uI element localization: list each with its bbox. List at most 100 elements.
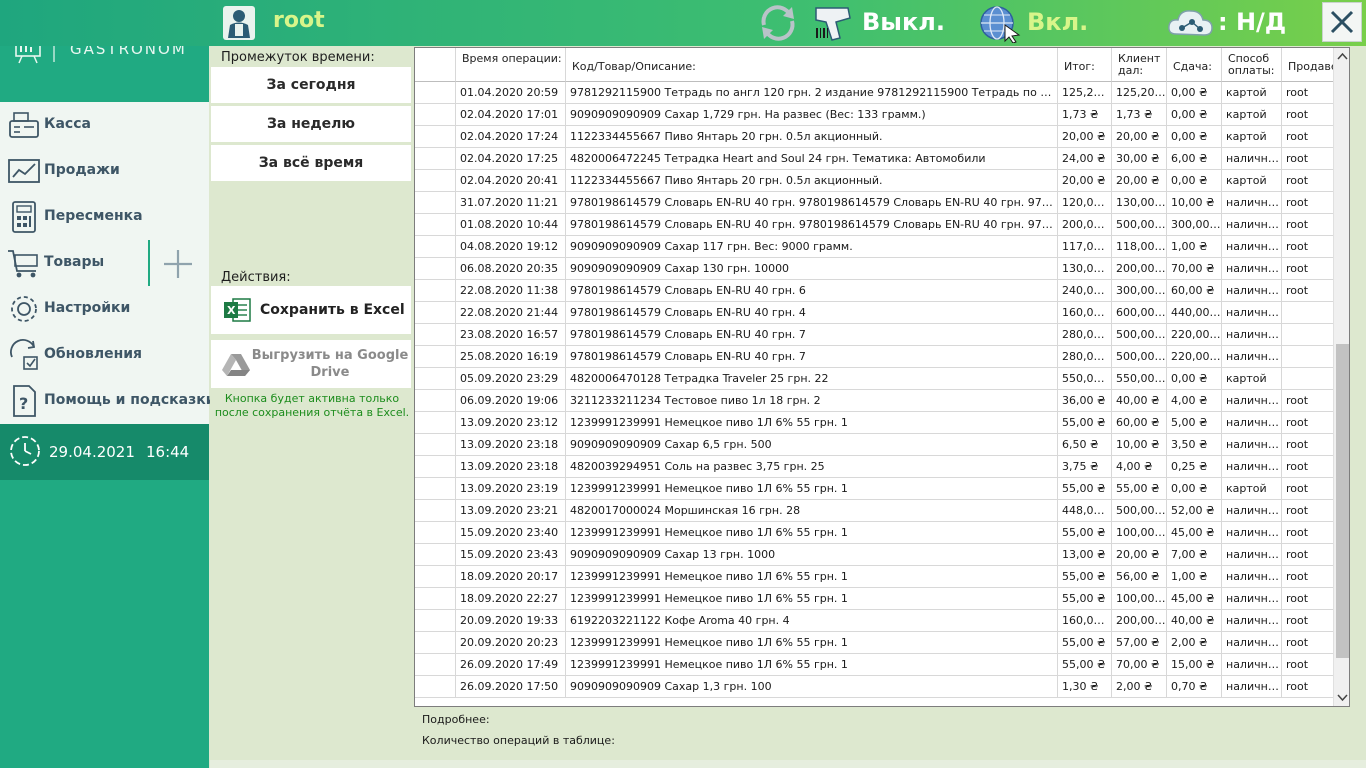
- table-row[interactable]: 13.09.2020 23:18 9090909090909 Сахар 6,5 …: [415, 434, 1333, 456]
- row-selector: [415, 126, 456, 148]
- menu-item-help[interactable]: ? Помощь и подсказки: [0, 378, 216, 424]
- cell-time: 01.04.2020 20:59: [456, 82, 566, 104]
- table-row[interactable]: 20.09.2020 20:23 1239991239991 Немецкое п…: [415, 632, 1333, 654]
- cell-seller: [1282, 324, 1333, 346]
- table-row[interactable]: 15.09.2020 23:40 1239991239991 Немецкое п…: [415, 522, 1333, 544]
- cell-change: 7,00 ₴: [1167, 544, 1222, 566]
- table-row[interactable]: 26.09.2020 17:49 1239991239991 Немецкое п…: [415, 654, 1333, 676]
- table-row[interactable]: 15.09.2020 23:43 9090909090909 Сахар 13 г…: [415, 544, 1333, 566]
- table-row[interactable]: 22.08.2020 21:44 9780198614579 Словарь EN…: [415, 302, 1333, 324]
- scroll-down-icon[interactable]: [1334, 689, 1350, 706]
- row-selector: [415, 522, 456, 544]
- barcode-scanner-icon[interactable]: [812, 4, 854, 42]
- cell-client-paid: 30,00 ₴: [1112, 148, 1167, 170]
- header-product[interactable]: Код/Товар/Описание:: [566, 48, 1058, 82]
- menu-item-cash[interactable]: Касса: [0, 102, 209, 148]
- menu-item-sales[interactable]: Продажи: [0, 148, 209, 194]
- cell-total: 55,00 ₴: [1058, 566, 1112, 588]
- cell-total: 55,00 ₴: [1058, 412, 1112, 434]
- table-row[interactable]: 06.08.2020 20:35 9090909090909 Сахар 130 …: [415, 258, 1333, 280]
- header-payment[interactable]: Способ оплаты:: [1222, 48, 1282, 82]
- clock-icon: [10, 436, 40, 466]
- cell-total: 55,00 ₴: [1058, 478, 1112, 500]
- week-button[interactable]: За неделю: [211, 106, 411, 143]
- table-row[interactable]: 13.09.2020 23:19 1239991239991 Немецкое п…: [415, 478, 1333, 500]
- cell-change: 4,00 ₴: [1167, 390, 1222, 412]
- menu-item-label: Настройки: [44, 300, 131, 316]
- header-seller[interactable]: Продавец:: [1282, 48, 1333, 82]
- table-row[interactable]: 20.09.2020 19:33 6192203221122 Кофе Aroma…: [415, 610, 1333, 632]
- cell-total: 20,00 ₴: [1058, 126, 1112, 148]
- table-row[interactable]: 25.08.2020 16:19 9780198614579 Словарь EN…: [415, 346, 1333, 368]
- table-row[interactable]: 01.08.2020 10:44 9780198614579 Словарь EN…: [415, 214, 1333, 236]
- header-client-paid[interactable]: Клиент дал:: [1112, 48, 1167, 82]
- table-row[interactable]: 02.04.2020 17:24 1122334455667 Пиво Янтар…: [415, 126, 1333, 148]
- table-row[interactable]: 22.08.2020 11:38 9780198614579 Словарь EN…: [415, 280, 1333, 302]
- table-row[interactable]: 04.08.2020 19:12 9090909090909 Сахар 117 …: [415, 236, 1333, 258]
- save-excel-label: Сохранить в Excel: [260, 302, 405, 318]
- scrollbar-thumb[interactable]: [1336, 344, 1349, 658]
- table-row[interactable]: 23.08.2020 16:57 9780198614579 Словарь EN…: [415, 324, 1333, 346]
- header-total[interactable]: Итог:: [1058, 48, 1112, 82]
- vertical-scrollbar[interactable]: [1333, 48, 1350, 706]
- row-selector: [415, 324, 456, 346]
- save-excel-button[interactable]: X Сохранить в Excel: [211, 286, 411, 334]
- cell-seller: root: [1282, 104, 1333, 126]
- upload-google-drive-button[interactable]: Выгрузить на Google Drive: [211, 340, 411, 388]
- table-row[interactable]: 02.04.2020 17:01 9090909090909 Сахар 1,72…: [415, 104, 1333, 126]
- cell-payment: наличными: [1222, 280, 1282, 302]
- row-selector: [415, 544, 456, 566]
- table-row[interactable]: 18.09.2020 22:27 1239991239991 Немецкое п…: [415, 588, 1333, 610]
- table-row[interactable]: 02.04.2020 20:41 1122334455667 Пиво Янтар…: [415, 170, 1333, 192]
- cell-total: 20,00 ₴: [1058, 170, 1112, 192]
- table-row[interactable]: 05.09.2020 23:29 4820006470128 Тетрадка T…: [415, 368, 1333, 390]
- table-row[interactable]: 26.09.2020 17:50 9090909090909 Сахар 1,3 …: [415, 676, 1333, 698]
- row-selector: [415, 676, 456, 698]
- cell-client-paid: 100,00 ₴: [1112, 588, 1167, 610]
- table-row[interactable]: 13.09.2020 23:21 4820017000024 Моршинская…: [415, 500, 1333, 522]
- cell-product: 1122334455667 Пиво Янтарь 20 грн. 0.5л а…: [566, 126, 1058, 148]
- table-row[interactable]: 06.09.2020 19:06 3211233211234 Тестовое п…: [415, 390, 1333, 412]
- cell-seller: root: [1282, 280, 1333, 302]
- google-drive-label: Выгрузить на Google Drive: [251, 348, 409, 380]
- table-row[interactable]: 01.04.2020 20:59 9781292115900 Тетрадь по…: [415, 82, 1333, 104]
- sync-icon[interactable]: [756, 3, 800, 43]
- cell-total: 117,00 ₴: [1058, 236, 1112, 258]
- header-change[interactable]: Сдача:: [1167, 48, 1222, 82]
- cell-seller: root: [1282, 214, 1333, 236]
- header-time[interactable]: Время операции:: [456, 48, 566, 82]
- add-product-plus-icon[interactable]: [162, 248, 194, 280]
- today-button[interactable]: За сегодня: [211, 67, 411, 104]
- cell-seller: root: [1282, 566, 1333, 588]
- menu-item-updates[interactable]: Обновления: [0, 332, 209, 378]
- network-globe-icon[interactable]: [977, 3, 1021, 43]
- cell-client-paid: 118,00 ₴: [1112, 236, 1167, 258]
- cell-change: 300,00 ₴: [1167, 214, 1222, 236]
- table-row[interactable]: 31.07.2020 11:21 9780198614579 Словарь EN…: [415, 192, 1333, 214]
- cell-time: 31.07.2020 11:21: [456, 192, 566, 214]
- all-time-button[interactable]: За всё время: [211, 145, 411, 182]
- svg-text:X: X: [227, 304, 236, 317]
- cell-seller: root: [1282, 544, 1333, 566]
- cloud-sync-icon[interactable]: [1166, 4, 1214, 42]
- table-row[interactable]: 02.04.2020 17:25 4820006472245 Тетрадка H…: [415, 148, 1333, 170]
- details-label: Подробнее:: [422, 713, 490, 726]
- close-button[interactable]: [1322, 2, 1362, 42]
- cell-product: 1239991239991 Немецкое пиво 1Л 6% 55 грн…: [566, 522, 1058, 544]
- cell-seller: [1282, 302, 1333, 324]
- scroll-up-icon[interactable]: [1334, 48, 1350, 65]
- cell-total: 280,00 ₴: [1058, 346, 1112, 368]
- menu-item-settings[interactable]: Настройки: [0, 286, 209, 332]
- cell-payment: наличными: [1222, 236, 1282, 258]
- google-drive-note: Кнопка будет активна только после сохран…: [214, 392, 410, 419]
- cell-client-paid: 100,00 ₴: [1112, 522, 1167, 544]
- cell-payment: наличными: [1222, 302, 1282, 324]
- google-drive-icon: [222, 354, 250, 376]
- menu-item-shift[interactable]: Пересменка: [0, 194, 209, 240]
- menu-item-goods[interactable]: Товары: [0, 240, 148, 286]
- table-row[interactable]: 13.09.2020 23:12 1239991239991 Немецкое п…: [415, 412, 1333, 434]
- table-row[interactable]: 18.09.2020 20:17 1239991239991 Немецкое п…: [415, 566, 1333, 588]
- cell-payment: наличными: [1222, 258, 1282, 280]
- table-row[interactable]: 13.09.2020 23:18 4820039294951 Соль на ра…: [415, 456, 1333, 478]
- cell-payment: картой: [1222, 170, 1282, 192]
